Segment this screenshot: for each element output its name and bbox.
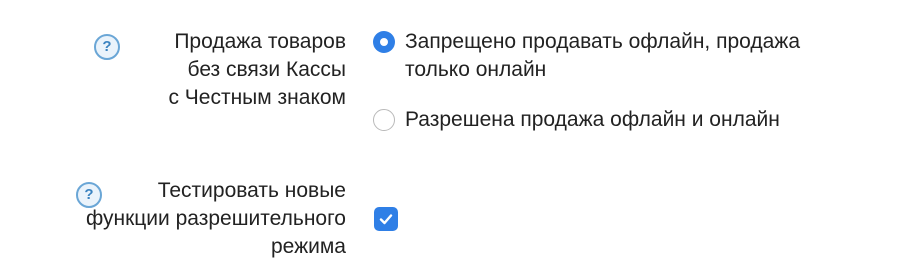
setting-label-line: Тестировать новые: [157, 179, 346, 202]
radio-option-offline-and-online[interactable]: Разрешена продажа офлайн и онлайн: [373, 106, 800, 134]
setting-label-offline-sales: Продажа товаров без связи Кассы с Честны…: [0, 28, 346, 112]
offline-sales-radio-group: Запрещено продавать офлайн, продажа толь…: [373, 28, 800, 134]
setting-label-test-permissive-mode: Тестировать новые функции разрешительног…: [0, 177, 346, 261]
radio-option-label: Разрешена продажа офлайн и онлайн: [405, 108, 780, 131]
radio-option-label: Запрещено продавать офлайн, продажа: [405, 30, 801, 53]
setting-label-line: с Честным знаком: [168, 86, 346, 109]
checkmark-icon: [379, 214, 393, 225]
setting-label-line: Продажа товаров: [174, 30, 346, 53]
radio-selected-icon[interactable]: [373, 31, 395, 53]
settings-panel: ? Продажа товаров без связи Кассы с Чест…: [0, 0, 902, 276]
setting-label-line: без связи Кассы: [187, 58, 346, 81]
setting-label-line: режима: [270, 235, 346, 258]
radio-option-online-only[interactable]: Запрещено продавать офлайн, продажа толь…: [373, 28, 800, 84]
test-permissive-mode-checkbox[interactable]: [374, 207, 398, 231]
radio-option-label: только онлайн: [405, 58, 547, 81]
setting-label-line: функции разрешительного: [85, 207, 346, 230]
radio-unselected-icon[interactable]: [373, 109, 395, 131]
